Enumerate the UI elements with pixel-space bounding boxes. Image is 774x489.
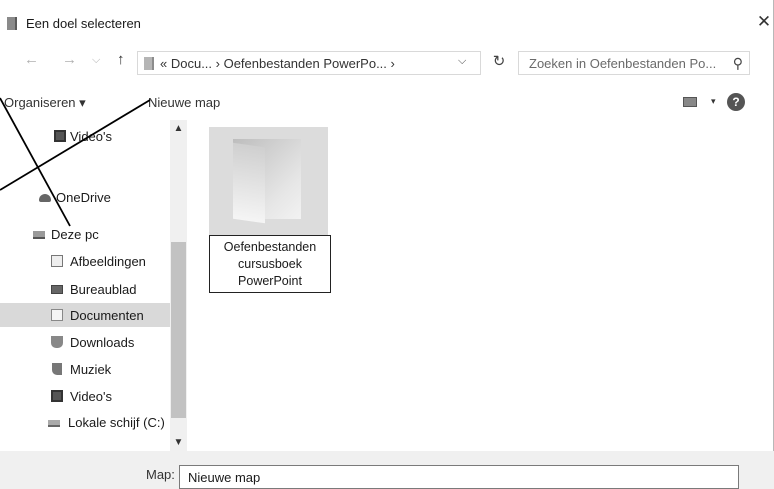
sidebar-item-label: Afbeeldingen [70,254,146,269]
new-folder-button[interactable]: Nieuwe map [148,95,220,110]
sidebar-item-desktop[interactable]: Bureaublad [0,277,170,301]
address-dropdown-button[interactable]: ⌵ [458,55,466,68]
sidebar-item-music[interactable]: Muziek [0,357,170,381]
address-bar[interactable]: « Docu... › Oefenbestanden PowerPo... › [137,51,481,75]
folder-field-label: Map: [146,467,175,482]
sidebar-item-onedrive[interactable]: OneDrive [0,185,170,209]
navigation-pane: Video's OneDrive Deze pc Afbeeldingen Bu… [0,120,187,451]
navigation-bar: ← → ⌵ ↑ « Docu... › Oefenbestanden Power… [0,44,774,80]
sidebar-item-label: Muziek [70,362,112,377]
close-button[interactable]: ✕ [756,13,772,31]
organise-button[interactable]: Organiseren ▾ [4,95,86,111]
onedrive-icon [39,194,51,202]
folder-icon [7,17,17,30]
sidebar-item-this-pc[interactable]: Deze pc [0,222,170,246]
search-icon[interactable]: ⚲ [733,55,743,72]
folder-name-line: PowerPoint [238,274,302,288]
navigation-scrollbar[interactable]: ▲ ▼ [170,120,187,451]
view-options-dropdown[interactable]: ▾ [711,96,716,107]
scroll-down-arrow[interactable]: ▼ [170,434,187,451]
documents-icon [51,309,63,321]
dialog-window: Een doel selecteren ✕ ← → ⌵ ↑ « Docu... … [0,0,774,489]
folder-name-field[interactable]: Nieuwe map [179,465,739,489]
scroll-thumb[interactable] [171,242,186,418]
folder-name-line: Oefenbestanden [223,240,317,254]
recent-locations-button[interactable]: ⌵ [92,54,100,67]
computer-icon [33,231,45,239]
sidebar-item-label: Bureaublad [70,282,137,297]
desktop-icon [51,285,63,294]
folder-thumbnail[interactable] [209,127,328,235]
help-icon[interactable]: ? [727,93,745,111]
refresh-button[interactable]: ↻ [488,52,510,74]
music-icon [52,363,62,375]
sidebar-item-documents[interactable]: Documenten [0,303,170,327]
sidebar-item-label: Video's [70,389,112,404]
sidebar-item-pictures[interactable]: Afbeeldingen [0,249,170,273]
file-list: Oefenbestanden cursusboek PowerPoint [188,120,773,451]
folder-item[interactable]: Oefenbestanden cursusboek PowerPoint [209,127,331,297]
forward-button[interactable]: → [62,51,77,68]
search-input[interactable]: Zoeken in Oefenbestanden Po... ⚲ [518,51,750,75]
footer-bar: Map: Nieuwe map [0,451,774,489]
sidebar-item-videos[interactable]: Video's [0,124,170,148]
sidebar-item-local-disk[interactable]: Lokale schijf (C:) [0,410,170,434]
folder-icon [144,57,154,70]
up-button[interactable]: ↑ [117,51,125,68]
view-options-icon[interactable] [683,97,697,107]
sidebar-item-label: Lokale schijf (C:) [68,415,165,430]
back-button[interactable]: ← [24,51,39,68]
scroll-up-arrow[interactable]: ▲ [170,120,187,137]
dialog-title: Een doel selecteren [26,16,141,31]
video-icon [51,390,63,402]
sidebar-item-downloads[interactable]: Downloads [0,330,170,354]
video-icon [54,130,66,142]
sidebar-item-videos-2[interactable]: Video's [0,384,170,408]
folder-name-line: cursusboek [238,257,302,271]
sidebar-item-label: OneDrive [56,190,111,205]
sidebar-item-label: Documenten [70,308,144,323]
downloads-icon [51,336,63,348]
folder-front-panel [233,142,265,224]
search-placeholder: Zoeken in Oefenbestanden Po... [529,56,717,71]
folder-rename-field[interactable]: Oefenbestanden cursusboek PowerPoint [209,235,331,293]
drive-icon [48,420,60,427]
sidebar-item-label: Deze pc [51,227,99,242]
pictures-icon [51,255,63,267]
sidebar-item-label: Downloads [70,335,135,350]
title-bar: Een doel selecteren ✕ [0,0,774,44]
breadcrumb[interactable]: « Docu... › Oefenbestanden PowerPo... › [160,56,395,71]
command-bar: Organiseren ▾ Nieuwe map ▾ ? [0,86,774,120]
sidebar-item-label: Video's [70,129,112,144]
